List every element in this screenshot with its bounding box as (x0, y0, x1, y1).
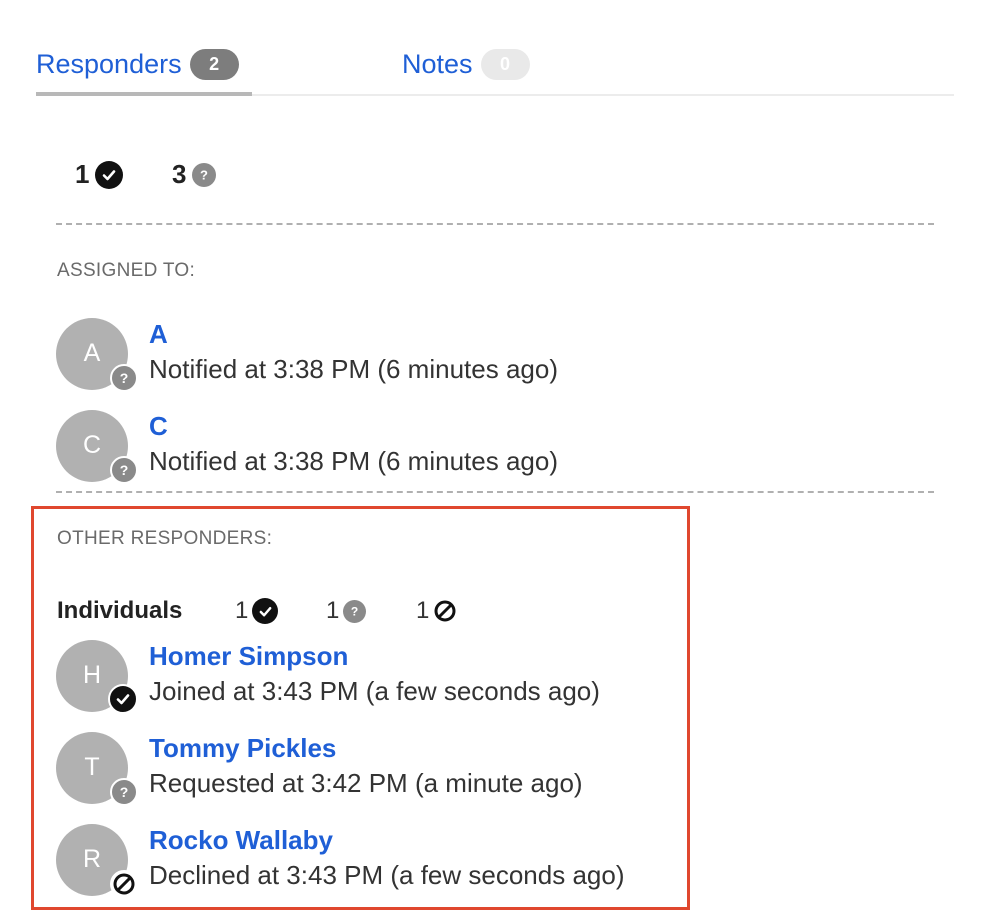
other-responders-label: OTHER RESPONDERS: (57, 528, 273, 549)
svg-text:?: ? (120, 371, 129, 385)
avatar-initial: T (84, 752, 100, 781)
responder-status: Declined at 3:43 PM (a few seconds ago) (149, 860, 625, 890)
summary-acknowledged-count: 1 (75, 159, 124, 190)
declined-icon (433, 599, 458, 623)
individuals-declined-count: 1 (416, 597, 458, 625)
responder-name-link[interactable]: C (149, 411, 168, 442)
check-icon (108, 684, 138, 714)
svg-text:?: ? (351, 605, 358, 618)
question-icon: ? (192, 162, 217, 187)
summary-pending-number: 3 (172, 159, 187, 189)
responder-status: Notified at 3:38 PM (6 minutes ago) (149, 446, 558, 476)
requested-count-number: 1 (326, 597, 340, 624)
svg-text:?: ? (200, 168, 208, 182)
responder-name-link[interactable]: Homer Simpson (149, 641, 348, 672)
tab-notes-label: Notes (402, 48, 473, 79)
responder-name-link[interactable]: Rocko Wallaby (149, 825, 333, 856)
avatar: T ? (56, 732, 138, 806)
avatar: A ? (56, 318, 138, 392)
avatar-initial: H (82, 660, 102, 689)
individuals-joined-count: 1 (235, 597, 279, 625)
avatar: H (56, 640, 138, 714)
responder-status: Requested at 3:42 PM (a minute ago) (149, 768, 583, 798)
question-icon: ? (343, 599, 367, 623)
active-tab-underline (36, 92, 252, 96)
assigned-to-label: ASSIGNED TO: (57, 260, 196, 281)
section-divider (56, 223, 934, 225)
joined-count-number: 1 (235, 597, 249, 624)
question-icon: ? (110, 456, 138, 484)
summary-acknowledged-number: 1 (75, 159, 90, 189)
declined-icon (110, 870, 138, 898)
check-icon (252, 598, 279, 624)
tab-notes-count-badge: 0 (480, 48, 530, 80)
question-icon: ? (110, 778, 138, 806)
svg-text:?: ? (120, 463, 129, 477)
section-divider (56, 491, 934, 493)
individuals-label: Individuals (57, 597, 183, 624)
declined-count-number: 1 (416, 597, 430, 624)
avatar: C ? (56, 410, 138, 484)
tab-responders-count-badge: 2 (189, 48, 239, 80)
avatar-initial: A (83, 338, 101, 367)
summary-pending-count: 3 ? (172, 159, 217, 190)
question-icon: ? (110, 364, 138, 392)
responder-status: Joined at 3:43 PM (a few seconds ago) (149, 676, 600, 706)
tab-notes[interactable]: Notes 0 (402, 44, 530, 84)
check-icon (95, 160, 124, 189)
responder-status: Notified at 3:38 PM (6 minutes ago) (149, 354, 558, 384)
individuals-requested-count: 1 ? (326, 597, 367, 625)
tab-responders[interactable]: Responders 2 (36, 44, 239, 84)
responder-name-link[interactable]: A (149, 319, 168, 350)
tab-responders-label: Responders (36, 48, 182, 79)
responder-name-link[interactable]: Tommy Pickles (149, 733, 336, 764)
avatar-initial: C (82, 430, 102, 459)
avatar-initial: R (82, 844, 102, 873)
svg-text:?: ? (120, 785, 129, 799)
avatar: R (56, 824, 138, 898)
